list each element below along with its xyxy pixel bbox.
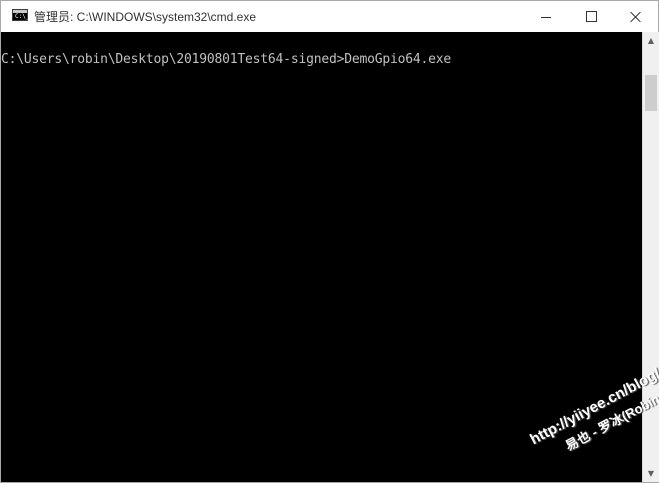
maximize-button[interactable] bbox=[568, 1, 614, 32]
console-line: C:\Users\robin\Desktop\20190801Test64-si… bbox=[1, 52, 451, 67]
minimize-button[interactable] bbox=[523, 1, 569, 32]
cmd-icon-text: C:\_ bbox=[15, 13, 30, 20]
scroll-down-button[interactable]: ▼ bbox=[643, 465, 659, 482]
scroll-up-button[interactable]: ▲ bbox=[643, 32, 659, 49]
window-title: 管理员: C:\WINDOWS\system32\cmd.exe bbox=[34, 10, 257, 24]
scroll-thumb[interactable] bbox=[645, 75, 657, 111]
chevron-down-icon: ▼ bbox=[647, 469, 655, 478]
maximize-icon bbox=[585, 11, 597, 22]
minimize-icon bbox=[541, 16, 551, 18]
cmd-app-icon[interactable]: C:\_ bbox=[12, 9, 30, 21]
close-button[interactable] bbox=[613, 1, 659, 32]
close-icon bbox=[630, 11, 642, 23]
chevron-up-icon: ▲ bbox=[647, 36, 655, 45]
title-bar[interactable]: C:\_ 管理员: C:\WINDOWS\system32\cmd.exe bbox=[1, 1, 658, 32]
